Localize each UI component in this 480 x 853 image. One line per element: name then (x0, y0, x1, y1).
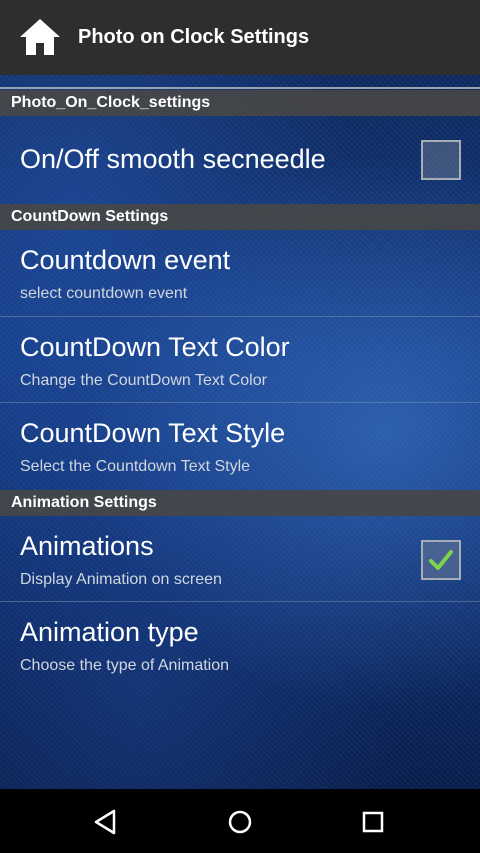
pref-title: Countdown event (20, 245, 231, 275)
home-circle-icon[interactable] (224, 806, 256, 838)
home-icon[interactable] (18, 17, 62, 57)
pref-title: On/Off smooth secneedle (20, 144, 326, 174)
pref-title: CountDown Text Style (20, 418, 286, 448)
top-divider (0, 87, 480, 89)
pref-item-animations[interactable]: Animations Display Animation on screen (0, 516, 480, 601)
animations-checkbox[interactable] (421, 540, 461, 580)
smooth-secneedle-checkbox[interactable] (421, 140, 461, 180)
pref-title: Animation type (20, 617, 199, 647)
preferences-list: Photo_On_Clock_settings On/Off smooth se… (0, 75, 480, 789)
pref-item-countdown-text-style[interactable]: CountDown Text Style Select the Countdow… (0, 403, 480, 490)
section-header-photo-on-clock: Photo_On_Clock_settings (0, 90, 480, 116)
section-header-countdown: CountDown Settings (0, 204, 480, 230)
section-header-animation: Animation Settings (0, 490, 480, 516)
navigation-bar (0, 789, 480, 853)
pref-item-animation-type[interactable]: Animation type Choose the type of Animat… (0, 602, 480, 688)
pref-summary: Change the CountDown Text Color (20, 372, 267, 389)
action-bar: Photo on Clock Settings (0, 0, 480, 75)
action-bar-title: Photo on Clock Settings (78, 26, 310, 48)
pref-title: CountDown Text Color (20, 332, 290, 362)
pref-summary: Select the Countdown Text Style (20, 458, 251, 475)
checkmark-icon (429, 550, 453, 570)
pref-summary: Display Animation on screen (20, 571, 222, 588)
pref-item-countdown-text-color[interactable]: CountDown Text Color Change the CountDow… (0, 317, 480, 403)
pref-summary: Choose the type of Animation (20, 657, 230, 674)
settings-screen: Photo on Clock Settings Photo_On_Clock_s… (0, 0, 480, 853)
pref-item-smooth-secneedle[interactable]: On/Off smooth secneedle (0, 116, 480, 204)
back-triangle-icon[interactable] (90, 806, 122, 838)
pref-item-countdown-event[interactable]: Countdown event select countdown event (0, 230, 480, 316)
pref-summary: select countdown event (20, 285, 188, 302)
pref-title: Animations (20, 531, 154, 561)
recents-square-icon[interactable] (357, 806, 389, 838)
